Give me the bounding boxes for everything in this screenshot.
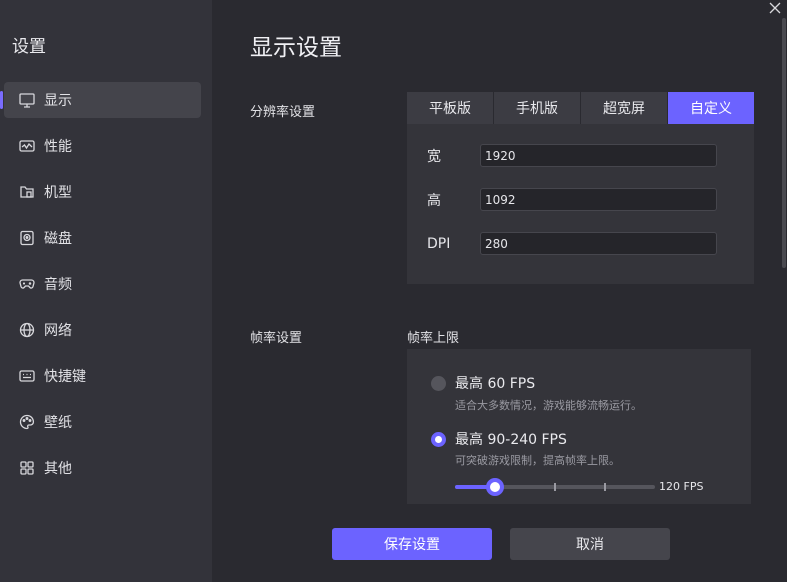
height-label: 高 bbox=[427, 192, 441, 209]
sidebar-item-audio[interactable]: 音频 bbox=[4, 266, 201, 302]
sidebar-item-label: 音频 bbox=[44, 277, 72, 293]
disk-icon bbox=[18, 229, 36, 247]
fps-slider-tick bbox=[604, 483, 606, 491]
tab-custom[interactable]: 自定义 bbox=[668, 92, 754, 124]
performance-icon bbox=[18, 137, 36, 155]
height-row: 高 bbox=[427, 188, 717, 211]
sidebar-item-performance[interactable]: 性能 bbox=[4, 128, 201, 164]
fps-60-radio[interactable] bbox=[431, 375, 446, 391]
keyboard-icon bbox=[18, 367, 36, 385]
sidebar-item-label: 磁盘 bbox=[44, 231, 72, 247]
fps-slider-value: 120 FPS bbox=[659, 480, 704, 493]
sidebar-item-shortcuts[interactable]: 快捷键 bbox=[4, 358, 201, 394]
height-input[interactable] bbox=[480, 188, 717, 211]
cancel-button[interactable]: 取消 bbox=[510, 528, 670, 560]
sidebar-item-wallpaper[interactable]: 壁纸 bbox=[4, 404, 201, 440]
save-button[interactable]: 保存设置 bbox=[332, 528, 492, 560]
scrollbar[interactable] bbox=[782, 0, 787, 582]
width-input[interactable] bbox=[480, 144, 717, 167]
page-title: 显示设置 bbox=[250, 35, 342, 61]
width-row: 宽 bbox=[427, 144, 717, 167]
sidebar-item-label: 显示 bbox=[44, 93, 72, 109]
sidebar-item-label: 快捷键 bbox=[44, 369, 86, 385]
resolution-section-label: 分辨率设置 bbox=[250, 105, 316, 120]
sidebar-item-label: 其他 bbox=[44, 461, 72, 477]
sidebar-item-label: 壁纸 bbox=[44, 415, 72, 431]
sidebar-item-disk[interactable]: 磁盘 bbox=[4, 220, 201, 256]
fps-90-240-label: 最高 90-240 FPS bbox=[455, 432, 567, 448]
fps-slider-tick bbox=[554, 483, 556, 491]
scrollbar-thumb[interactable] bbox=[782, 18, 786, 268]
gamepad-icon bbox=[18, 275, 36, 293]
tab-tablet[interactable]: 平板版 bbox=[407, 92, 494, 124]
sidebar-item-label: 网络 bbox=[44, 323, 72, 339]
resolution-tabs: 平板版 手机版 超宽屏 自定义 bbox=[407, 92, 754, 124]
device-model-icon bbox=[18, 183, 36, 201]
sidebar-item-device-model[interactable]: 机型 bbox=[4, 174, 201, 210]
fps-60-description: 适合大多数情况，游戏能够流畅运行。 bbox=[455, 399, 642, 412]
monitor-icon bbox=[18, 91, 36, 109]
sidebar-item-display[interactable]: 显示 bbox=[0, 82, 201, 118]
sidebar-item-network[interactable]: 网络 bbox=[4, 312, 201, 348]
sidebar-item-other[interactable]: 其他 bbox=[4, 450, 201, 486]
fps-slider[interactable] bbox=[455, 478, 655, 496]
fps-option-60[interactable]: 最高 60 FPS bbox=[431, 373, 535, 393]
fps-60-label: 最高 60 FPS bbox=[455, 376, 536, 392]
framerate-section-label: 帧率设置 bbox=[250, 331, 303, 346]
palette-icon bbox=[18, 413, 36, 431]
framerate-limit-label: 帧率上限 bbox=[407, 331, 460, 346]
fps-90-240-description: 可突破游戏限制，提高帧率上限。 bbox=[455, 454, 620, 467]
sidebar: 设置 显示 性能 机型 磁盘 音频 网络 快捷键 壁纸 其他 bbox=[0, 0, 212, 582]
fps-90-240-radio[interactable] bbox=[431, 431, 446, 447]
sidebar-item-label: 机型 bbox=[44, 185, 72, 201]
close-icon bbox=[769, 2, 781, 18]
sidebar-nav: 显示 性能 机型 磁盘 音频 网络 快捷键 壁纸 其他 bbox=[0, 82, 212, 496]
dpi-input[interactable] bbox=[480, 232, 717, 255]
main-panel: 显示设置 分辨率设置 平板版 手机版 超宽屏 自定义 宽 高 DPI 帧率设置 … bbox=[212, 0, 787, 582]
globe-icon bbox=[18, 321, 36, 339]
framerate-panel: 最高 60 FPS 适合大多数情况，游戏能够流畅运行。 最高 90-240 FP… bbox=[407, 349, 751, 504]
resolution-custom-panel: 宽 高 DPI bbox=[407, 124, 754, 284]
grid-icon bbox=[18, 459, 36, 477]
tab-ultrawide[interactable]: 超宽屏 bbox=[581, 92, 668, 124]
fps-slider-thumb[interactable] bbox=[486, 478, 504, 496]
sidebar-item-label: 性能 bbox=[44, 139, 72, 155]
fps-option-90-240[interactable]: 最高 90-240 FPS bbox=[431, 429, 567, 449]
tab-phone[interactable]: 手机版 bbox=[494, 92, 581, 124]
width-label: 宽 bbox=[427, 148, 441, 165]
dpi-row: DPI bbox=[427, 232, 717, 255]
dpi-label: DPI bbox=[427, 235, 451, 252]
sidebar-title: 设置 bbox=[12, 37, 46, 57]
